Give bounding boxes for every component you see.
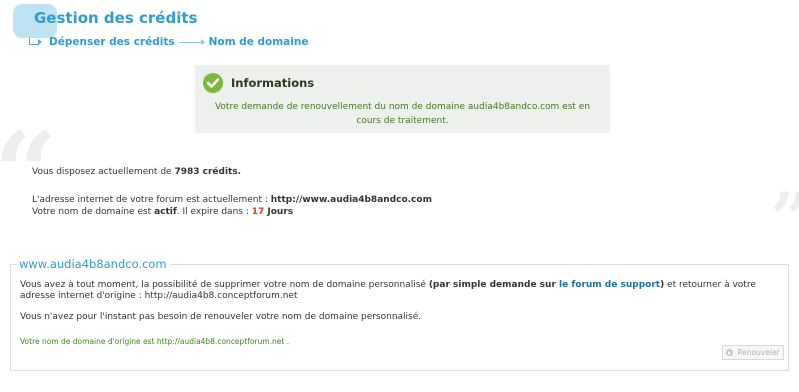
page-title: Gestion des crédits: [34, 9, 198, 27]
credits-line: Vous disposez actuellement de 7983 crédi…: [32, 166, 432, 178]
forum-address: http://www.audia4b8andco.com: [270, 195, 432, 205]
info-message: Votre demande de renouvellement du nom d…: [214, 102, 591, 126]
domain-status: actif: [154, 207, 177, 217]
credits-amount: 7983 crédits.: [174, 167, 242, 177]
renew-button-label: Renouveler: [737, 348, 780, 357]
expiry-days: 17: [251, 207, 265, 217]
domain-status-prefix: Votre nom de domaine est: [32, 207, 155, 217]
expiry-unit: Jours: [264, 207, 294, 217]
domain-description: Vous avez à tout moment, la possibilité …: [20, 280, 768, 302]
breadcrumb-separator-icon: [178, 37, 205, 47]
support-forum-link[interactable]: le forum de support: [559, 280, 660, 290]
breadcrumb-item-spend-credits[interactable]: Dépenser des crédits: [49, 36, 175, 48]
description-part1: Vous avez à tout moment, la possibilité …: [20, 280, 429, 290]
info-title: Informations: [231, 76, 315, 90]
expiry-prefix: . Il expire dans :: [176, 207, 252, 217]
info-message-box: Informations Votre demande de renouvelle…: [195, 65, 610, 133]
origin-domain-text: Votre nom de domaine d'origine est http:…: [20, 337, 290, 346]
check-circle-icon: [203, 73, 223, 93]
domain-status-line: Votre nom de domaine est actif. Il expir…: [32, 206, 432, 218]
forum-address-line: L'adresse internet de votre forum est ac…: [32, 194, 432, 206]
domain-fieldset: www.audia4b8andco.com Vous avez à tout m…: [10, 257, 789, 371]
credits-prefix: Vous disposez actuellement de: [32, 167, 175, 177]
breadcrumb: Dépenser des crédits Nom de domaine: [38, 36, 309, 48]
description-bold-open: (par simple demande sur: [428, 280, 560, 290]
credits-summary: Vous disposez actuellement de 7983 crédi…: [32, 166, 432, 218]
arrow-circle-icon: [726, 349, 734, 356]
renew-button[interactable]: Renouveler: [722, 345, 784, 360]
no-renew-text: Vous n'avez pour l'instant pas besoin de…: [20, 312, 422, 322]
forum-address-prefix: L'adresse internet de votre forum est ac…: [32, 195, 271, 205]
breadcrumb-arrow-icon: [38, 39, 42, 45]
close-quote-icon: ”: [770, 184, 799, 254]
domain-legend: www.audia4b8andco.com: [16, 257, 170, 271]
breadcrumb-item-domain-name[interactable]: Nom de domaine: [209, 36, 309, 48]
